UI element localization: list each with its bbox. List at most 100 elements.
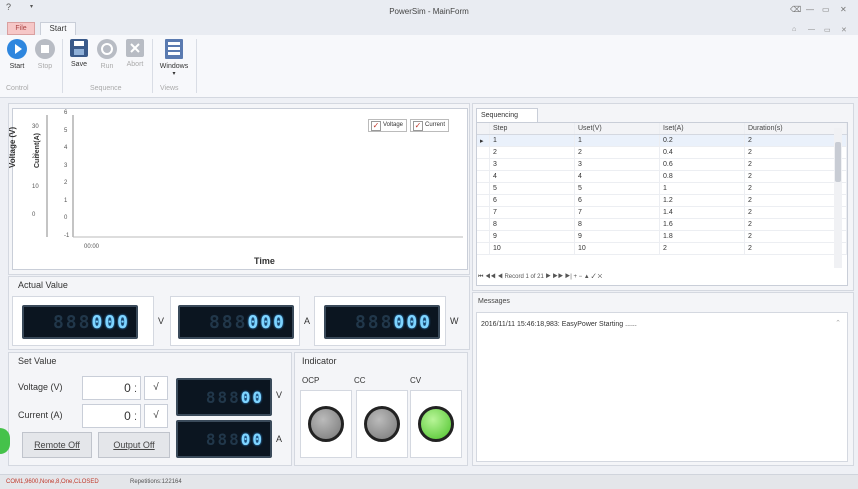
table-cell[interactable]: 0.8 — [659, 170, 745, 183]
table-cell[interactable]: 2 — [744, 194, 847, 207]
table-cell[interactable]: 5 — [574, 182, 660, 195]
table-cell[interactable]: 10 — [489, 242, 575, 255]
maximize-icon[interactable]: ▭ — [822, 5, 830, 14]
table-cell[interactable]: 9 — [574, 230, 660, 243]
abort-button[interactable]: Abort — [122, 39, 148, 68]
table-cell[interactable]: 8 — [489, 218, 575, 231]
row-indicator — [477, 182, 490, 195]
start-button[interactable]: Start — [4, 39, 30, 70]
spin-icon[interactable]: ⁚ — [134, 384, 137, 394]
table-cell[interactable]: 2 — [744, 134, 847, 147]
table-row[interactable]: 5512 — [477, 182, 847, 195]
group-label-views: Views — [160, 85, 179, 92]
close-icon[interactable]: ✕ — [840, 5, 847, 14]
table-row[interactable]: ▸ 1 1 0.2 2 — [477, 134, 847, 147]
remote-off-button[interactable]: Remote Off — [22, 432, 92, 458]
table-cell[interactable]: 2 — [744, 242, 847, 255]
lcd-ghost-digits: 888 — [208, 311, 248, 333]
table-cell[interactable]: 2 — [489, 146, 575, 159]
tab-sequencing[interactable]: Sequencing — [476, 108, 538, 122]
table-cell[interactable]: 0.6 — [659, 158, 745, 171]
stop-button[interactable]: Stop — [32, 39, 58, 70]
table-row[interactable]: 9 9 1.8 2 — [477, 230, 847, 243]
column-header[interactable]: Uset(V) — [574, 123, 660, 135]
tab-file[interactable]: File — [7, 22, 35, 35]
table-cell[interactable]: 6 — [489, 194, 575, 207]
table-cell[interactable]: 2 — [744, 158, 847, 171]
table-cell[interactable]: 5 — [489, 182, 575, 195]
table-cell[interactable]: 1.2 — [659, 194, 745, 207]
tab-start[interactable]: Start — [40, 22, 76, 35]
lcd-ghost-digits: 888 — [205, 387, 241, 407]
table-cell[interactable]: 1.6 — [659, 218, 745, 231]
set-voltage-lcd: 888 00 — [176, 378, 272, 416]
x-tick-label: 00:00 — [84, 244, 100, 250]
mdi-maximize-icon[interactable]: ▭ — [824, 26, 831, 34]
table-cell[interactable]: 2 — [744, 170, 847, 183]
save-icon — [70, 39, 88, 57]
table-row[interactable]: 6 6 1.2 2 — [477, 194, 847, 207]
table-cell[interactable]: 2 — [744, 182, 847, 195]
stop-button-label: Stop — [37, 63, 53, 70]
sequence-table: Step Uset(V) Iset(A) Duration(s) ▸ 1 1 0.2 2 2 2 0… — [477, 123, 847, 255]
row-indicator — [477, 146, 490, 159]
lcd-ghost-digits: 888 — [354, 311, 394, 333]
mdi-minimize-icon[interactable]: — — [808, 26, 815, 33]
legend-voltage-checkbox[interactable]: ✓ Voltage — [368, 119, 408, 132]
table-cell[interactable]: 1.4 — [659, 206, 745, 219]
current-set-input[interactable]: 0 ⁚ — [82, 404, 141, 428]
spin-icon[interactable]: ⁚ — [134, 412, 137, 422]
windows-button[interactable]: Windows ▾ — [156, 39, 192, 77]
table-row[interactable]: 10 10 2 2 — [477, 242, 847, 255]
table-cell[interactable]: 0.2 — [659, 134, 745, 147]
table-cell[interactable]: 3 — [489, 158, 575, 171]
table-cell[interactable]: 2 — [659, 242, 745, 255]
column-header[interactable]: Iset(A) — [659, 123, 745, 135]
table-cell[interactable]: 2 — [744, 230, 847, 243]
table-row[interactable]: 4 4 0.8 2 — [477, 170, 847, 183]
grid-scrollbar[interactable] — [834, 128, 842, 268]
scroll-up-icon[interactable]: ⌃ — [835, 319, 841, 327]
voltage-set-input[interactable]: 0 ⁚ — [82, 376, 141, 400]
table-cell[interactable]: 0.4 — [659, 146, 745, 159]
legend-current-checkbox[interactable]: ✓ Current — [410, 119, 450, 132]
table-cell[interactable]: 1.8 — [659, 230, 745, 243]
table-cell[interactable]: 7 — [574, 206, 660, 219]
table-cell[interactable]: 9 — [489, 230, 575, 243]
apply-voltage-button[interactable]: √ — [144, 376, 168, 400]
table-cell[interactable]: 2 — [744, 218, 847, 231]
table-cell[interactable]: 7 — [489, 206, 575, 219]
table-row[interactable]: 7 7 1.4 2 — [477, 206, 847, 219]
run-button[interactable]: Run — [94, 39, 120, 70]
table-cell[interactable]: 3 — [574, 158, 660, 171]
table-cell[interactable]: 4 — [489, 170, 575, 183]
collapse-icon[interactable]: ⌫ — [790, 5, 801, 14]
table-cell[interactable]: 2 — [574, 146, 660, 159]
scrollbar-thumb[interactable] — [835, 142, 841, 182]
table-row[interactable]: 3 3 0.6 2 — [477, 158, 847, 171]
record-navigator[interactable]: ⏮ ◀◀ ◀ Record 1 of 21 ▶ ▶▶ ▶| + − ▲ ✓ ✕ — [478, 274, 602, 281]
table-cell[interactable]: 2 — [744, 146, 847, 159]
mdi-close-icon[interactable]: ✕ — [841, 26, 847, 34]
save-button[interactable]: Save — [66, 39, 92, 68]
row-indicator — [477, 218, 490, 231]
table-cell[interactable]: 1 — [659, 182, 745, 195]
actual-power-unit: W — [450, 316, 459, 326]
table-cell[interactable]: 8 — [574, 218, 660, 231]
column-header[interactable]: Step — [489, 123, 575, 135]
table-cell[interactable]: 1 — [574, 134, 660, 147]
cv-indicator-box — [410, 390, 462, 458]
mdi-restore-icon[interactable]: ⌂ — [792, 26, 796, 33]
column-header[interactable]: Duration(s) — [744, 123, 847, 135]
minimize-icon[interactable]: — — [806, 5, 814, 14]
table-cell[interactable]: 2 — [744, 206, 847, 219]
table-cell[interactable]: 6 — [574, 194, 660, 207]
apply-current-button[interactable]: √ — [144, 404, 168, 428]
table-cell[interactable]: 10 — [574, 242, 660, 255]
table-row[interactable]: 8 8 1.6 2 — [477, 218, 847, 231]
table-cell[interactable]: 1 — [489, 134, 575, 147]
cv-led-icon — [418, 406, 454, 442]
table-row[interactable]: 2 2 0.4 2 — [477, 146, 847, 159]
table-cell[interactable]: 4 — [574, 170, 660, 183]
output-off-button[interactable]: Output Off — [98, 432, 170, 458]
